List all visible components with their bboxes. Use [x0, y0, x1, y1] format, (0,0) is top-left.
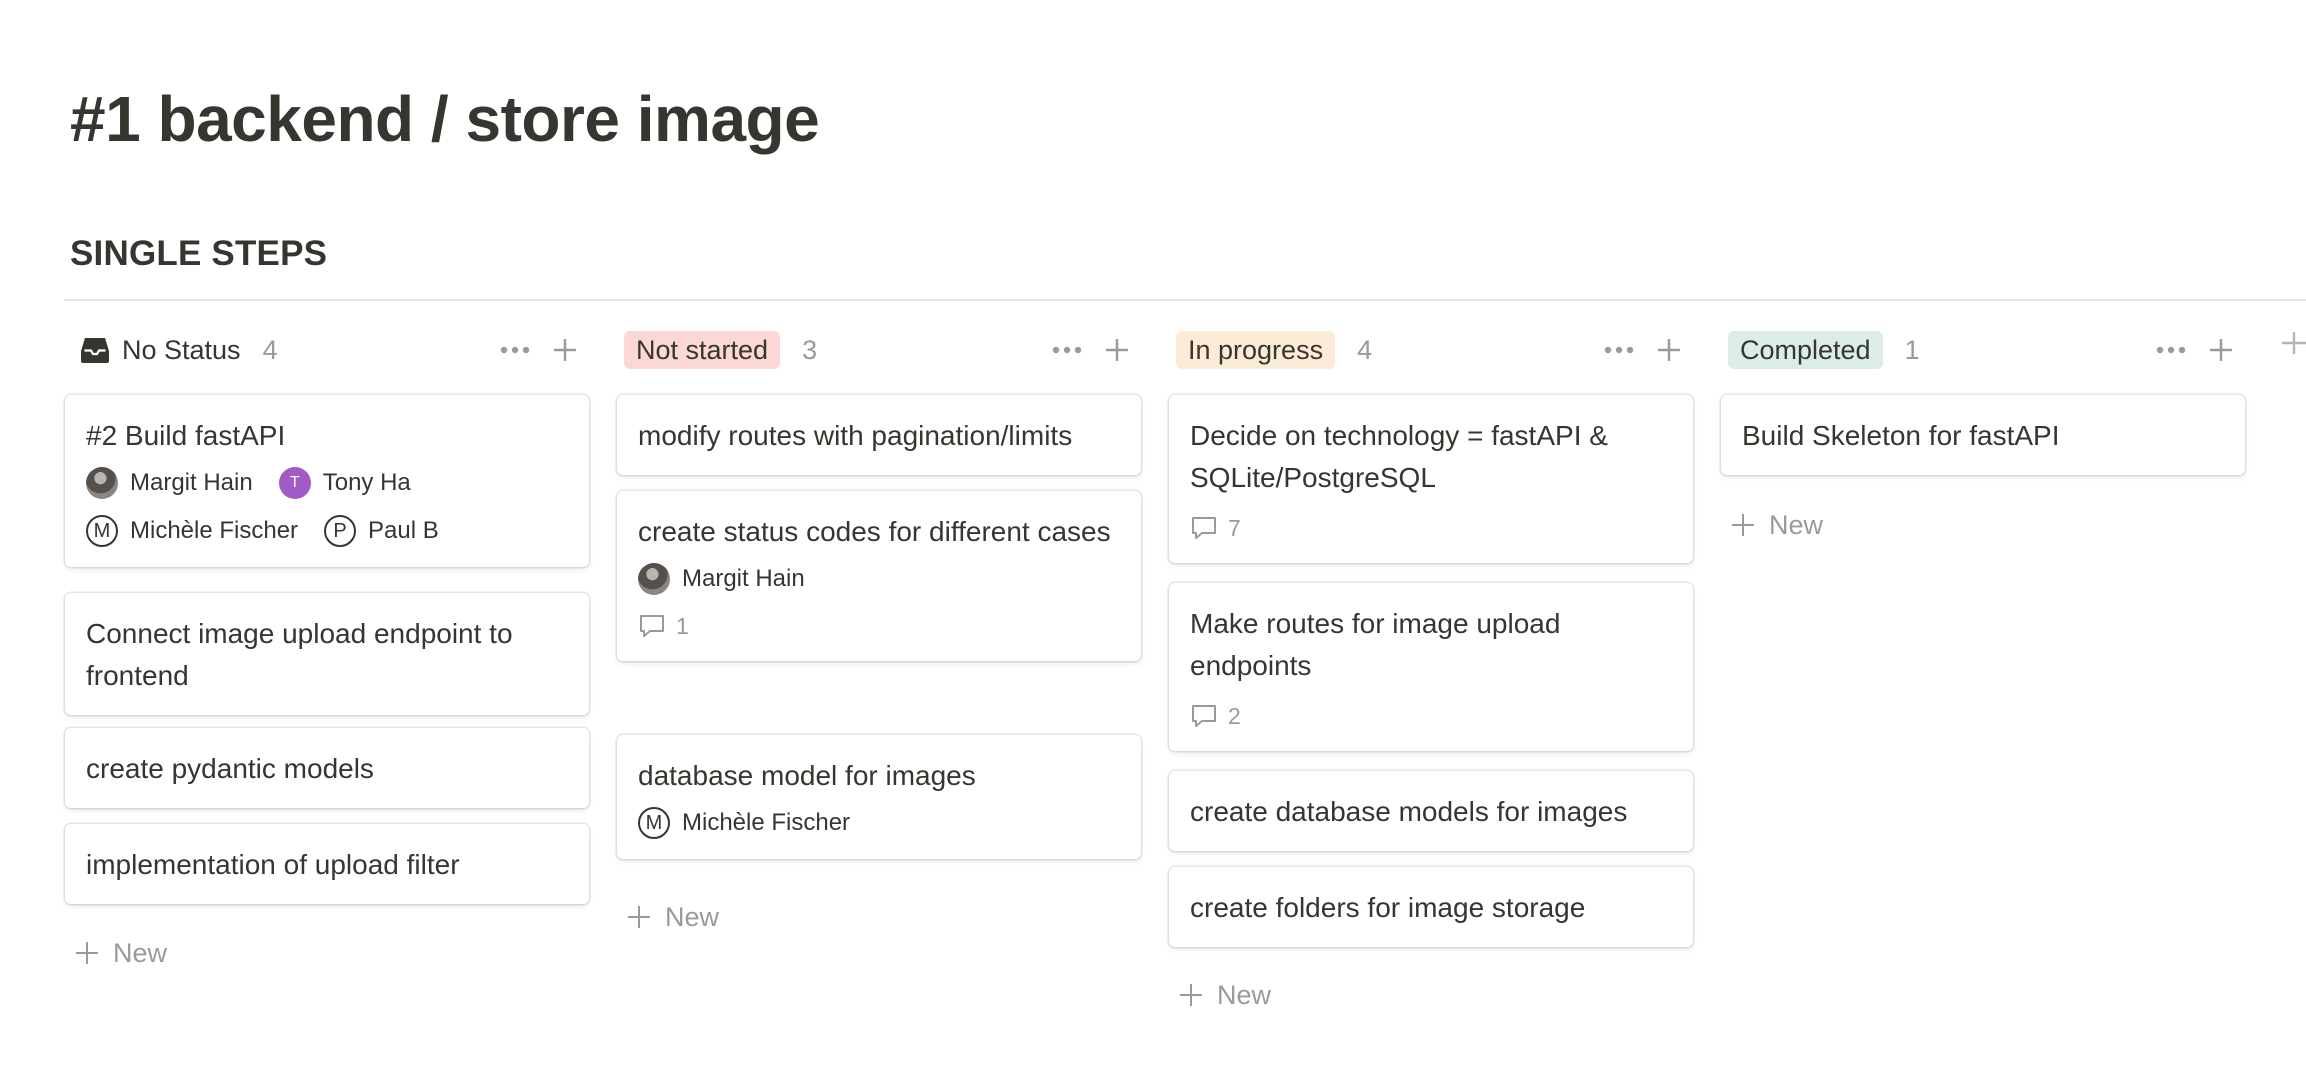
column-title: In progress — [1176, 331, 1336, 369]
card[interactable]: Connect image upload endpoint to fronten… — [65, 593, 589, 715]
column-count: 4 — [262, 334, 278, 365]
card-title: Build Skeleton for fastAPI — [1742, 420, 2060, 451]
card-title: implementation of upload filter — [86, 849, 460, 880]
plus-icon — [75, 941, 99, 965]
plus-icon[interactable] — [1099, 332, 1135, 368]
comment-count: 2 — [1190, 699, 1671, 733]
column-no-status: No Status 4 #2 Build fastAPI Margit Hain… — [65, 300, 589, 968]
person-name: Michèle Fischer — [130, 517, 299, 544]
more-icon[interactable] — [497, 332, 533, 368]
person-name: Margit Hain — [130, 469, 253, 496]
avatar: M — [638, 807, 670, 839]
column-count: 1 — [1904, 334, 1920, 365]
column-title: Completed — [1728, 331, 1883, 369]
card-title: create pydantic models — [86, 753, 374, 784]
card[interactable]: Make routes for image upload endpoints 2 — [1169, 583, 1693, 751]
plus-icon[interactable] — [1651, 332, 1687, 368]
card-title: database model for images — [638, 760, 976, 791]
avatar: P — [324, 515, 357, 547]
assignees: Margit Hain T Tony Ha M Michèle Fischer … — [86, 465, 567, 549]
comment-icon — [1192, 517, 1216, 539]
column-header: No Status 4 — [65, 300, 589, 400]
person-chip: M Michèle Fischer — [86, 513, 298, 549]
new-card-button[interactable]: New — [627, 897, 719, 937]
avatar — [638, 563, 670, 595]
card-title: create folders for image storage — [1190, 892, 1586, 923]
card-title: Make routes for image upload endpoints — [1190, 608, 1561, 681]
column-count: 4 — [1357, 334, 1373, 365]
new-card-label: New — [113, 937, 168, 968]
assignees: M Michèle Fischer — [638, 805, 1119, 841]
person-chip: Margit Hain — [86, 465, 253, 501]
comment-count: 1 — [638, 609, 1119, 643]
column-header: Not started 3 — [617, 300, 1141, 400]
card-title: modify routes with pagination/limits — [638, 420, 1073, 451]
card[interactable]: Build Skeleton for fastAPI — [1721, 395, 2245, 475]
column-title: No Status — [122, 335, 241, 365]
page-title: #1 backend / store image — [70, 83, 820, 155]
plus-icon — [627, 905, 651, 929]
new-card-label: New — [1769, 509, 1824, 540]
new-card-label: New — [665, 901, 720, 932]
card[interactable]: database model for images M Michèle Fisc… — [617, 735, 1141, 859]
card[interactable]: modify routes with pagination/limits — [617, 395, 1141, 475]
card[interactable]: create folders for image storage — [1169, 867, 1693, 947]
person-chip: P Paul B — [324, 513, 439, 549]
new-card-button[interactable]: New — [1179, 975, 1271, 1015]
more-icon[interactable] — [1049, 332, 1085, 368]
board: No Status 4 #2 Build fastAPI Margit Hain… — [0, 300, 2306, 1090]
card[interactable]: Decide on technology = fastAPI & SQLite/… — [1169, 395, 1693, 563]
person-name: Paul B — [368, 517, 439, 544]
card-title: Decide on technology = fastAPI & SQLite/… — [1190, 420, 1608, 493]
column-completed: Completed 1 Build Skeleton for fastAPI N… — [1721, 300, 2245, 540]
section-title: SINGLE STEPS — [70, 234, 328, 273]
plus-icon — [1731, 513, 1755, 537]
avatar: T — [278, 467, 311, 499]
card[interactable]: create pydantic models — [65, 728, 589, 808]
new-card-button[interactable]: New — [1731, 505, 1823, 545]
person-chip: M Michèle Fischer — [638, 805, 850, 841]
avatar — [86, 467, 118, 499]
plus-icon[interactable] — [2203, 332, 2239, 368]
assignees: Margit Hain — [638, 561, 1119, 597]
card[interactable]: implementation of upload filter — [65, 824, 589, 904]
person-chip: Margit Hain — [638, 561, 805, 597]
more-icon[interactable] — [1601, 332, 1637, 368]
comment-icon — [640, 615, 664, 637]
column-header: In progress 4 — [1169, 300, 1693, 400]
person-name: Tony Ha — [322, 469, 411, 496]
column-header: Completed 1 — [1721, 300, 2245, 400]
inbox-icon — [80, 336, 110, 364]
column-count: 3 — [802, 334, 818, 365]
card[interactable]: create database models for images — [1169, 771, 1693, 851]
comment-count: 7 — [1190, 511, 1671, 545]
column-title: Not started — [624, 331, 781, 369]
card[interactable]: #2 Build fastAPI Margit Hain T Tony Ha M… — [65, 395, 589, 567]
card-title: #2 Build fastAPI — [86, 420, 286, 451]
card-title: create database models for images — [1190, 796, 1628, 827]
person-name: Margit Hain — [682, 565, 805, 592]
person-chip: T Tony Ha — [278, 465, 411, 501]
new-card-button[interactable]: New — [75, 933, 167, 973]
comment-icon — [1192, 705, 1216, 727]
more-icon[interactable] — [2153, 332, 2189, 368]
column-not-started: Not started 3 modify routes with paginat… — [617, 300, 1141, 932]
person-name: Michèle Fischer — [682, 809, 851, 836]
card-title: Connect image upload endpoint to fronten… — [86, 618, 513, 691]
column-in-progress: In progress 4 Decide on technology = fas… — [1169, 300, 1693, 1010]
card[interactable]: create status codes for different cases … — [617, 491, 1141, 661]
plus-icon[interactable] — [547, 332, 583, 368]
card-title: create status codes for different cases — [638, 516, 1111, 547]
add-group-plus-icon[interactable] — [2282, 330, 2306, 361]
plus-icon — [1179, 983, 1203, 1007]
avatar: M — [86, 515, 118, 547]
new-card-label: New — [1217, 979, 1272, 1010]
